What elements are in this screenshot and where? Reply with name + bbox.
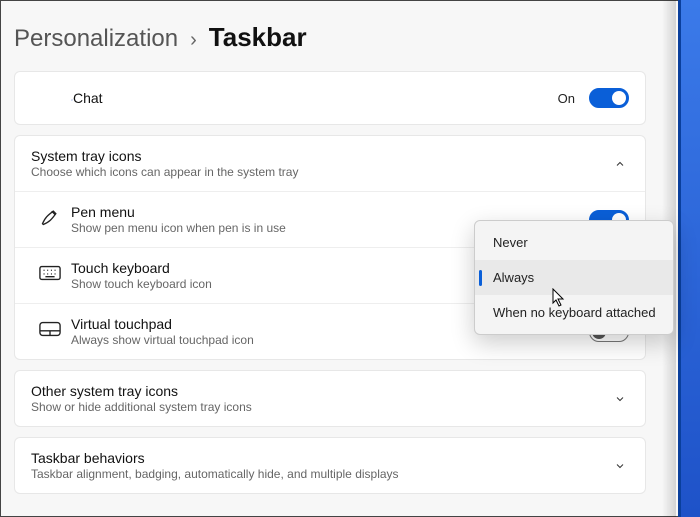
chat-state-label: On [558, 91, 575, 106]
pen-menu-title: Pen menu [71, 204, 589, 220]
dropdown-option-never[interactable]: Never [475, 225, 673, 260]
dropdown-option-always[interactable]: Always [475, 260, 673, 295]
chevron-down-icon [611, 390, 629, 408]
window-edge [678, 0, 700, 517]
pen-icon [40, 207, 60, 232]
chat-toggle[interactable] [589, 88, 629, 108]
system-tray-desc: Choose which icons can appear in the sys… [31, 165, 611, 179]
taskbar-behaviors-section[interactable]: Taskbar behaviors Taskbar alignment, bad… [14, 437, 646, 494]
chat-label: Chat [73, 90, 558, 106]
cursor-icon [552, 288, 566, 308]
other-tray-title: Other system tray icons [31, 383, 611, 399]
other-tray-desc: Show or hide additional system tray icon… [31, 400, 611, 414]
chevron-up-icon [611, 155, 629, 173]
chevron-down-icon [611, 457, 629, 475]
taskbar-item-chat[interactable]: Chat On [14, 71, 646, 125]
touchpad-icon [39, 321, 61, 342]
touch-keyboard-dropdown: Never Always When no keyboard attached [474, 220, 674, 335]
behaviors-desc: Taskbar alignment, badging, automaticall… [31, 467, 611, 481]
system-tray-title: System tray icons [31, 148, 611, 164]
other-system-tray-icons-section[interactable]: Other system tray icons Show or hide add… [14, 370, 646, 427]
keyboard-icon [39, 265, 61, 286]
dropdown-option-when-no-keyboard[interactable]: When no keyboard attached [475, 295, 673, 330]
system-tray-icons-header[interactable]: System tray icons Choose which icons can… [15, 136, 645, 191]
virtual-touchpad-desc: Always show virtual touchpad icon [71, 333, 589, 347]
behaviors-title: Taskbar behaviors [31, 450, 611, 466]
